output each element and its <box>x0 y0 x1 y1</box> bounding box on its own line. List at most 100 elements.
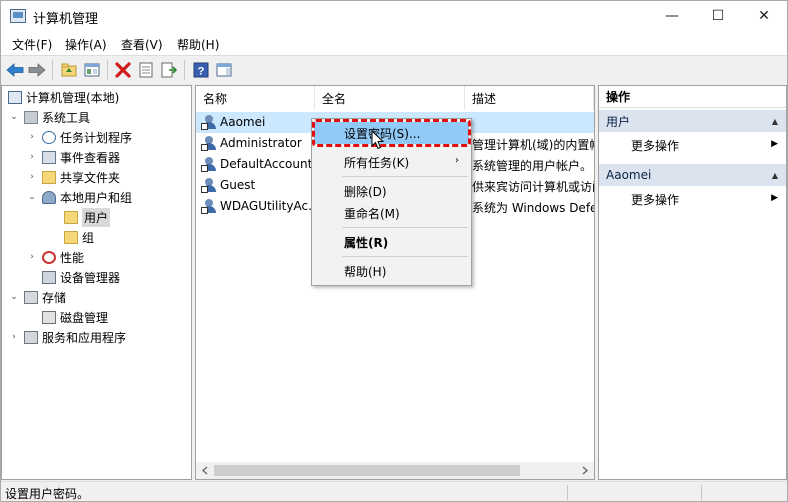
user-icon <box>201 157 216 172</box>
user-name: Aaomei <box>220 115 266 129</box>
tree-item-label: 用户 <box>82 207 111 227</box>
status-divider <box>701 485 702 500</box>
user-icon <box>201 178 216 193</box>
action-more-actions[interactable]: 更多操作 ▶ <box>599 188 786 210</box>
user-name: Guest <box>220 178 256 192</box>
tree-item-label: 系统工具 <box>42 110 91 125</box>
computer-management-window: 计算机管理 — ☐ ✕ 文件(F) 操作(A) 查看(V) 帮助(H) ? 计算… <box>0 0 788 502</box>
close-button[interactable]: ✕ <box>741 1 787 31</box>
action-more-actions[interactable]: 更多操作 ▶ <box>599 134 786 156</box>
tree-item-storage[interactable]: ⌄ 存储 <box>8 287 66 307</box>
properties-icon[interactable] <box>136 60 156 80</box>
action-section-label: 用户 <box>606 114 631 129</box>
show-action-pane-icon[interactable] <box>214 60 234 80</box>
tree-item-shared-folders[interactable]: › 共享文件夹 <box>26 167 120 187</box>
svg-text:?: ? <box>198 66 205 78</box>
disk-management-icon <box>42 310 56 324</box>
menu-separator <box>342 227 468 228</box>
submenu-arrow-icon: › <box>455 155 459 166</box>
computer-icon <box>8 90 22 104</box>
column-header-description[interactable]: 描述 <box>465 86 594 110</box>
up-folder-icon[interactable] <box>59 60 79 80</box>
tree-item-event-viewer[interactable]: › 事件查看器 <box>26 147 120 167</box>
chevron-down-icon[interactable]: ⌄ <box>8 112 20 122</box>
tree-item-label: 服务和应用程序 <box>42 330 127 345</box>
chevron-right-icon[interactable]: › <box>8 332 20 342</box>
toolbar-separator <box>184 60 185 80</box>
toolbar-separator <box>52 60 53 80</box>
menu-bar: 文件(F) 操作(A) 查看(V) 帮助(H) <box>1 31 787 55</box>
forward-icon[interactable] <box>27 60 47 80</box>
device-manager-icon <box>42 270 56 284</box>
column-header-fullname[interactable]: 全名 <box>315 86 465 110</box>
menu-properties[interactable]: 属性(R) <box>314 231 469 253</box>
menu-action[interactable]: 操作(A) <box>65 36 107 53</box>
folder-icon <box>64 230 78 244</box>
tree-item-system-tools[interactable]: ⌄ 系统工具 <box>8 107 90 127</box>
menu-view[interactable]: 查看(V) <box>121 36 163 53</box>
tree-item-label: 事件查看器 <box>60 150 121 165</box>
back-icon[interactable] <box>5 60 25 80</box>
tree-item-label: 设备管理器 <box>60 270 121 285</box>
menu-help[interactable]: 帮助(H) <box>177 36 219 53</box>
collapse-icon[interactable]: ▲ <box>772 117 778 126</box>
tree-item-label: 任务计划程序 <box>60 130 133 145</box>
chevron-right-icon[interactable]: › <box>26 132 38 142</box>
column-header-name[interactable]: 名称 <box>196 86 315 110</box>
tree-item-services-applications[interactable]: › 服务和应用程序 <box>8 327 126 347</box>
menu-file[interactable]: 文件(F) <box>12 36 52 53</box>
local-users-icon <box>42 190 56 204</box>
submenu-arrow-icon: ▶ <box>771 193 778 203</box>
tree-item-computer-management[interactable]: 计算机管理(本地) <box>4 87 119 107</box>
scroll-left-icon[interactable] <box>201 466 209 475</box>
horizontal-scrollbar[interactable] <box>196 462 594 479</box>
tree-item-local-users-groups[interactable]: ⌄ 本地用户和组 <box>26 187 132 207</box>
action-section-label: Aaomei <box>606 168 652 182</box>
user-description: 管理计算机(域)的内置帐户 <box>472 138 594 152</box>
action-label: 更多操作 <box>631 192 680 207</box>
chevron-right-icon[interactable]: › <box>26 172 38 182</box>
user-description: 供来宾访问计算机或访问域的内置帐户 <box>472 180 594 194</box>
action-section-aaomei[interactable]: Aaomei ▲ <box>599 164 786 186</box>
chevron-down-icon[interactable]: ⌄ <box>8 292 20 302</box>
actions-pane: 操作 用户 ▲ 更多操作 ▶ Aaomei ▲ 更多操作 ▶ <box>598 85 787 480</box>
scrollbar-thumb[interactable] <box>214 465 520 476</box>
minimize-button[interactable]: — <box>649 1 695 31</box>
tree-item-device-manager[interactable]: 设备管理器 <box>26 267 120 287</box>
chevron-right-icon[interactable]: › <box>26 152 38 162</box>
tools-icon <box>24 110 38 124</box>
menu-all-tasks[interactable]: 所有任务(K) › <box>314 151 469 173</box>
performance-icon <box>42 250 56 264</box>
scroll-right-icon[interactable] <box>581 466 589 475</box>
context-menu: 设置密码(S)... 所有任务(K) › 删除(D) 重命名(M) 属性(R) … <box>311 118 472 286</box>
tree-item-label: 存储 <box>42 290 67 305</box>
tree-item-label: 性能 <box>60 250 85 265</box>
tree-item-label: 组 <box>82 230 95 245</box>
chevron-down-icon[interactable]: ⌄ <box>26 192 38 202</box>
action-section-users[interactable]: 用户 ▲ <box>599 110 786 132</box>
user-icon <box>201 115 216 130</box>
help-icon[interactable]: ? <box>191 60 211 80</box>
submenu-arrow-icon: ▶ <box>771 139 778 149</box>
task-scheduler-icon <box>42 130 56 144</box>
tree-item-performance[interactable]: › 性能 <box>26 247 84 267</box>
tree-item-users[interactable]: 用户 <box>48 207 111 227</box>
chevron-right-icon[interactable]: › <box>26 252 38 262</box>
delete-icon[interactable] <box>113 60 133 80</box>
menu-rename[interactable]: 重命名(M) <box>314 202 469 224</box>
tree-item-groups[interactable]: 组 <box>48 227 94 247</box>
menu-set-password[interactable]: 设置密码(S)... <box>314 122 469 144</box>
toolbar-separator <box>107 60 108 80</box>
menu-delete[interactable]: 删除(D) <box>314 180 469 202</box>
user-description: 系统为 Windows Defender 应用程序防护方案管理和使用的用户帐户。 <box>472 201 594 215</box>
mouse-cursor-icon <box>371 130 385 150</box>
collapse-icon[interactable]: ▲ <box>772 171 778 180</box>
menu-help[interactable]: 帮助(H) <box>314 260 469 282</box>
tree-item-disk-management[interactable]: 磁盘管理 <box>26 307 108 327</box>
maximize-button[interactable]: ☐ <box>695 1 741 31</box>
export-list-icon[interactable] <box>159 60 179 80</box>
show-hide-tree-icon[interactable] <box>82 60 102 80</box>
tree-item-label: 计算机管理(本地) <box>26 90 120 105</box>
user-name: Administrator <box>220 136 302 150</box>
tree-item-task-scheduler[interactable]: › 任务计划程序 <box>26 127 132 147</box>
